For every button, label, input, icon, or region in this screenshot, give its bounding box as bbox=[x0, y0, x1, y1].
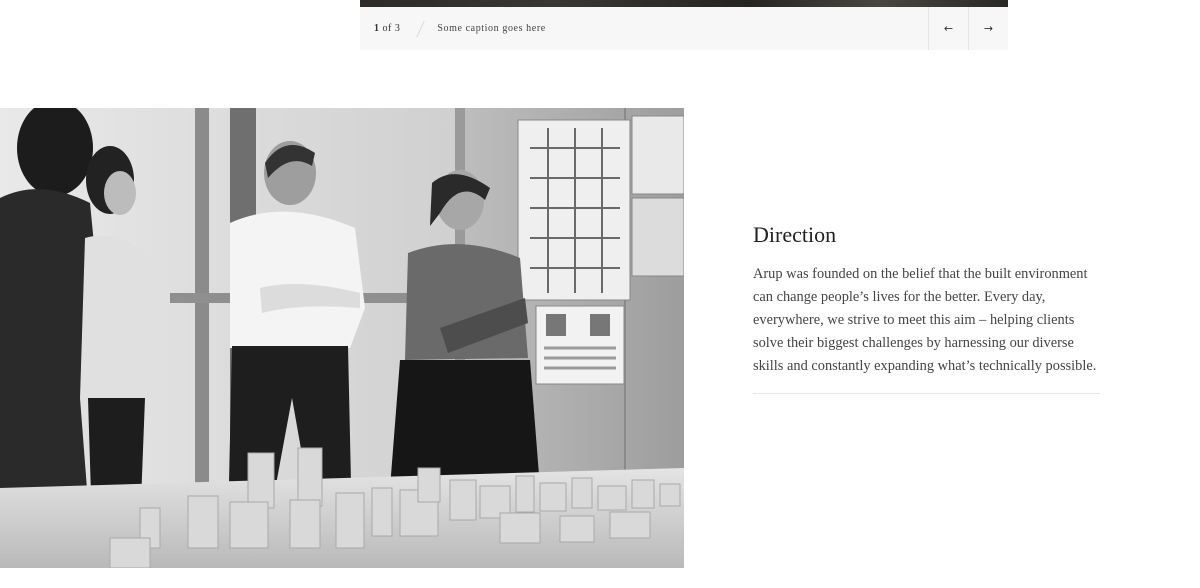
next-slide-button[interactable]: → bbox=[968, 7, 1008, 50]
section-divider bbox=[753, 393, 1100, 394]
carousel-image bbox=[360, 0, 1008, 7]
carousel-caption-bar: 1 of 3 Some caption goes here ← → bbox=[360, 7, 1008, 50]
caption-divider bbox=[416, 20, 426, 37]
arrow-left-icon: ← bbox=[943, 22, 954, 35]
previous-slide-button[interactable]: ← bbox=[928, 7, 968, 50]
team-photo bbox=[0, 108, 684, 568]
slide-counter-total: of 3 bbox=[382, 23, 401, 34]
arrow-right-icon: → bbox=[983, 22, 994, 35]
direction-section: Direction Arup was founded on the belief… bbox=[753, 222, 1100, 394]
slide-counter: 1 of 3 bbox=[360, 23, 400, 34]
section-body: Arup was founded on the belief that the … bbox=[753, 266, 1097, 374]
carousel-nav: ← → bbox=[928, 7, 1008, 50]
slide-caption: Some caption goes here bbox=[437, 23, 546, 34]
section-heading: Direction bbox=[753, 222, 837, 247]
slide-counter-current: 1 bbox=[374, 23, 380, 34]
